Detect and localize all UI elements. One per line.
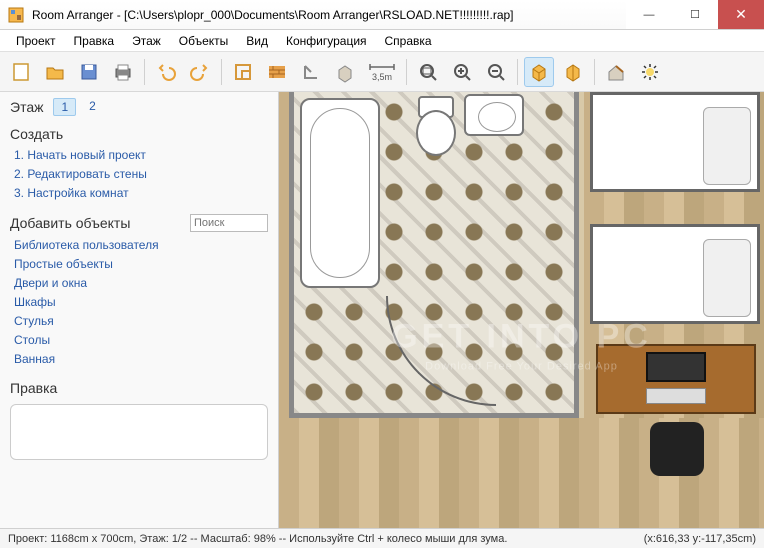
objects-chairs[interactable]: Стулья (14, 314, 270, 328)
sidebar: Этаж 1 2 Создать Начать новый проект Ред… (0, 92, 279, 528)
minimize-button[interactable]: — (626, 0, 672, 29)
status-coordinates: (x:616,33 y:-117,35cm) (644, 533, 756, 545)
objects-doors-windows[interactable]: Двери и окна (14, 276, 270, 290)
toolbar-separator (221, 59, 222, 85)
bathtub-object[interactable] (300, 98, 380, 288)
box-button[interactable] (330, 57, 360, 87)
create-edit-walls[interactable]: Редактировать стены (14, 167, 270, 181)
toolbar-separator (594, 59, 595, 85)
zoom-out-button[interactable] (481, 57, 511, 87)
view-3d-button[interactable] (524, 57, 554, 87)
edit-panel (10, 404, 268, 460)
create-room-setup[interactable]: Настройка комнат (14, 186, 270, 200)
floor-section: Этаж 1 2 (0, 92, 278, 120)
floor-tabs: 1 2 (53, 98, 102, 116)
measure-button[interactable]: 3,5m (364, 57, 400, 87)
new-button[interactable] (6, 57, 36, 87)
edit-section-header: Правка (0, 374, 278, 400)
status-info: Проект: 1168cm x 700cm, Этаж: 1/2 -- Мас… (8, 533, 507, 545)
create-new-project[interactable]: Начать новый проект (14, 148, 270, 162)
objects-list: Библиотека пользователя Простые объекты … (14, 238, 270, 366)
keyboard-object[interactable] (646, 388, 706, 404)
objects-bathroom[interactable]: Ванная (14, 352, 270, 366)
title-bar: Room Arranger - [C:\Users\plopr_000\Docu… (0, 0, 764, 30)
menu-edit[interactable]: Правка (66, 32, 123, 50)
toilet-object[interactable] (414, 96, 454, 152)
menu-help[interactable]: Справка (377, 32, 440, 50)
floor-label: Этаж (10, 99, 43, 115)
window-title: Room Arranger - [C:\Users\plopr_000\Docu… (32, 8, 626, 22)
light-button[interactable] (635, 57, 665, 87)
menu-objects[interactable]: Объекты (171, 32, 237, 50)
objects-tables[interactable]: Столы (14, 333, 270, 347)
add-objects-header: Добавить объекты (0, 208, 278, 236)
wall-button[interactable] (262, 57, 292, 87)
design-canvas[interactable]: GET INTO PC Download Free Your Desired A… (279, 92, 764, 528)
floor-tab-1[interactable]: 1 (53, 98, 76, 116)
menu-floor[interactable]: Этаж (124, 32, 169, 50)
save-button[interactable] (74, 57, 104, 87)
status-bar: Проект: 1168cm x 700cm, Этаж: 1/2 -- Мас… (0, 528, 764, 548)
toolbar: 3,5m (0, 52, 764, 92)
toolbar-separator (406, 59, 407, 85)
monitor-object[interactable] (646, 352, 706, 382)
objects-wardrobes[interactable]: Шкафы (14, 295, 270, 309)
zoom-in-button[interactable] (447, 57, 477, 87)
close-button[interactable]: ✕ (718, 0, 764, 29)
bed-object[interactable] (590, 224, 760, 324)
menu-config[interactable]: Конфигурация (278, 32, 375, 50)
menu-project[interactable]: Проект (8, 32, 64, 50)
sink-object[interactable] (464, 94, 524, 136)
search-input[interactable] (190, 214, 268, 232)
create-section-header: Создать (0, 120, 278, 146)
app-icon (8, 7, 24, 23)
window-buttons: — ☐ ✕ (626, 0, 764, 29)
edit-label: Правка (10, 380, 57, 396)
menu-bar: Проект Правка Этаж Объекты Вид Конфигура… (0, 30, 764, 52)
floor-tab-2[interactable]: 2 (82, 98, 103, 116)
open-button[interactable] (40, 57, 70, 87)
create-label: Создать (10, 126, 63, 142)
objects-simple[interactable]: Простые объекты (14, 257, 270, 271)
toolbar-separator (144, 59, 145, 85)
room-button[interactable] (228, 57, 258, 87)
zoom-fit-button[interactable] (413, 57, 443, 87)
undo-button[interactable] (151, 57, 181, 87)
home-button[interactable] (601, 57, 631, 87)
watermark: GET INTO PC Download Free Your Desired A… (391, 317, 652, 372)
view-3d-alt-button[interactable] (558, 57, 588, 87)
bed-object[interactable] (590, 92, 760, 192)
objects-user-library[interactable]: Библиотека пользователя (14, 238, 270, 252)
redo-button[interactable] (185, 57, 215, 87)
add-objects-label: Добавить объекты (10, 215, 130, 231)
toolbar-separator (517, 59, 518, 85)
create-list: Начать новый проект Редактировать стены … (14, 148, 270, 200)
maximize-button[interactable]: ☐ (672, 0, 718, 29)
print-button[interactable] (108, 57, 138, 87)
scale-button[interactable] (296, 57, 326, 87)
chair-object[interactable] (650, 422, 704, 476)
menu-view[interactable]: Вид (238, 32, 276, 50)
